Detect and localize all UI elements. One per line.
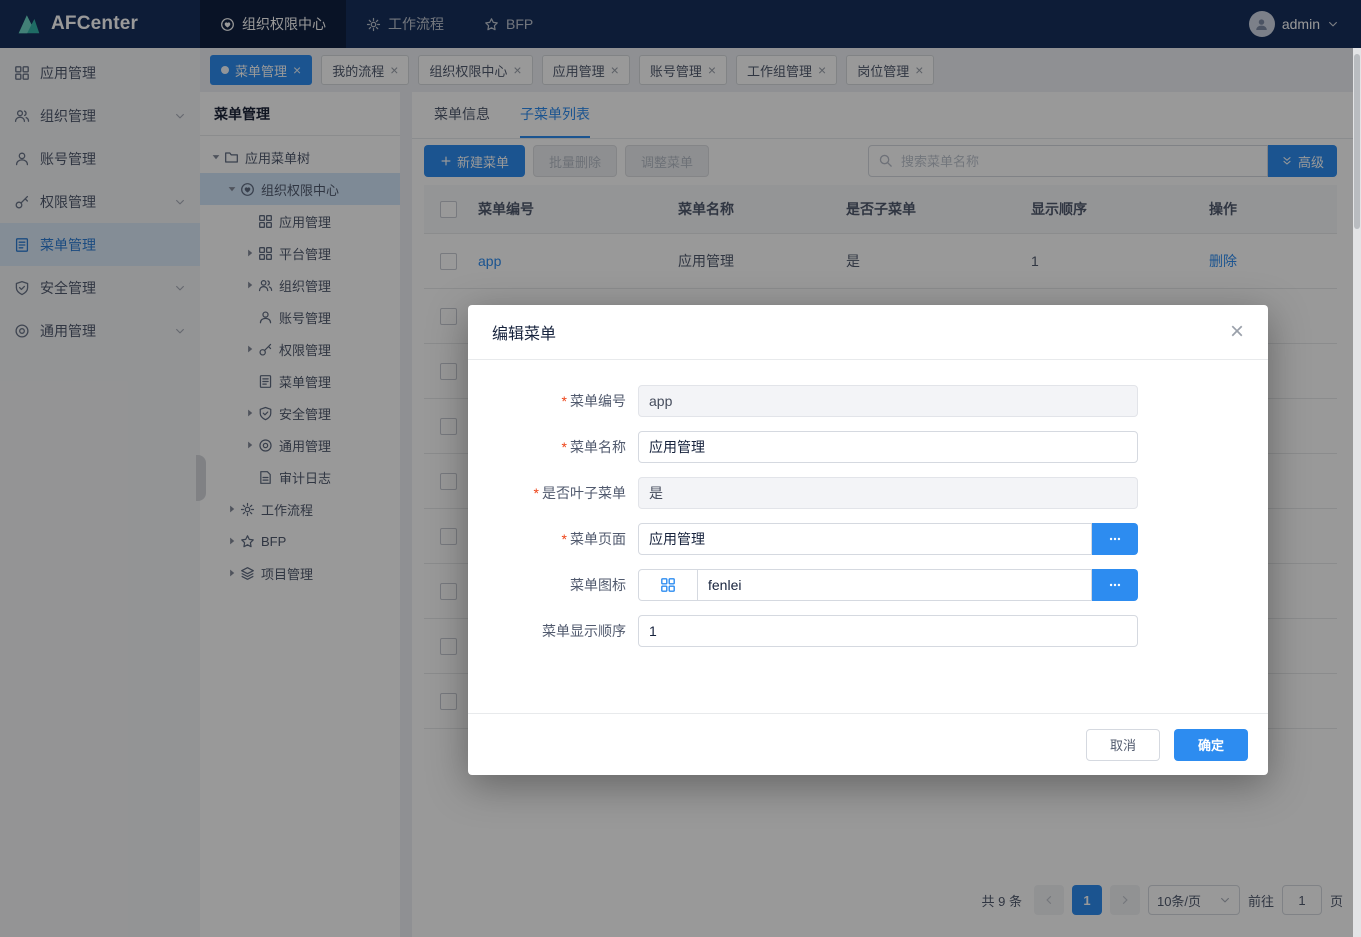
menu-page-picker-button[interactable] <box>1092 523 1138 555</box>
field-label-text: 菜单名称 <box>570 439 626 455</box>
required-mark: * <box>562 393 567 409</box>
field-menu-name: *菜单名称 <box>468 431 1268 463</box>
is-leaf-input[interactable] <box>638 477 1138 509</box>
menu-page-input[interactable] <box>638 523 1092 555</box>
field-label: 菜单显示顺序 <box>468 621 638 641</box>
required-mark: * <box>534 485 539 501</box>
field-label-text: 菜单图标 <box>570 577 626 593</box>
required-mark: * <box>562 531 567 547</box>
field-label: *菜单编号 <box>468 391 638 411</box>
page-scrollbar[interactable] <box>1353 48 1361 937</box>
modal-header: 编辑菜单 × <box>468 305 1268 360</box>
field-menu-icon: 菜单图标 <box>468 569 1268 601</box>
cancel-button[interactable]: 取消 <box>1086 729 1160 761</box>
modal-footer: 取消 确定 <box>468 713 1268 775</box>
scrollbar-thumb[interactable] <box>1354 54 1360 229</box>
menu-name-input[interactable] <box>638 431 1138 463</box>
confirm-button[interactable]: 确定 <box>1174 729 1248 761</box>
field-label: *菜单页面 <box>468 529 638 549</box>
grid-icon <box>660 577 676 593</box>
modal-body: *菜单编号 *菜单名称 *是否叶子菜单 *菜单页面 菜单图标 <box>468 360 1268 647</box>
menu-icon-preview <box>638 569 698 601</box>
display-order-input[interactable] <box>638 615 1138 647</box>
field-label: *是否叶子菜单 <box>468 483 638 503</box>
edit-menu-modal: 编辑菜单 × *菜单编号 *菜单名称 *是否叶子菜单 *菜单页面 <box>468 305 1268 775</box>
field-menu-id: *菜单编号 <box>468 385 1268 417</box>
field-label-text: 菜单显示顺序 <box>542 623 626 639</box>
menu-icon-input[interactable] <box>698 569 1092 601</box>
field-label-text: 菜单页面 <box>570 531 626 547</box>
field-label: *菜单名称 <box>468 437 638 457</box>
field-label-text: 是否叶子菜单 <box>542 485 626 501</box>
field-display-order: 菜单显示顺序 <box>468 615 1268 647</box>
ellipsis-icon <box>1108 532 1122 546</box>
menu-icon-picker-button[interactable] <box>1092 569 1138 601</box>
field-is-leaf: *是否叶子菜单 <box>468 477 1268 509</box>
field-menu-page: *菜单页面 <box>468 523 1268 555</box>
modal-close-icon[interactable]: × <box>1230 320 1244 344</box>
ellipsis-icon <box>1108 578 1122 592</box>
field-label-text: 菜单编号 <box>570 393 626 409</box>
menu-id-input[interactable] <box>638 385 1138 417</box>
modal-title: 编辑菜单 <box>492 320 556 344</box>
screen: AFCenter 组织权限中心 工作流程 BFP admin <box>0 0 1361 937</box>
required-mark: * <box>562 439 567 455</box>
field-label: 菜单图标 <box>468 575 638 595</box>
